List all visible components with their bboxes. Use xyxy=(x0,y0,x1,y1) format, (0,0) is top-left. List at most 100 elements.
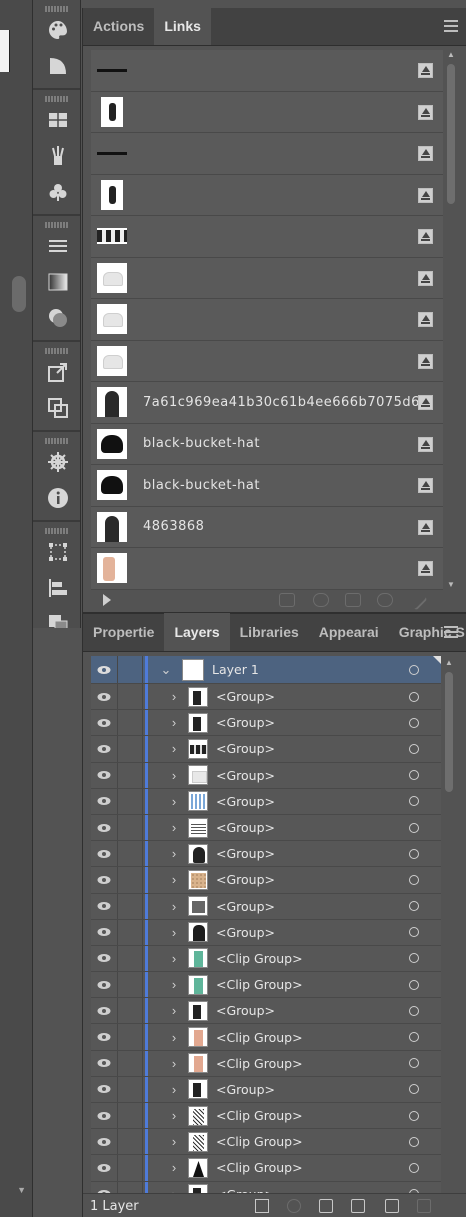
embedded-link-icon[interactable] xyxy=(418,312,433,327)
show-link-info-icon[interactable] xyxy=(103,594,111,606)
target-circle-icon[interactable] xyxy=(409,874,419,885)
layer-row[interactable]: › <Group> xyxy=(91,762,441,789)
make-clipping-mask-icon[interactable] xyxy=(319,1199,333,1213)
lock-toggle[interactable] xyxy=(117,710,143,736)
layers-scroll-thumb[interactable] xyxy=(445,672,453,792)
lock-toggle[interactable] xyxy=(117,867,143,893)
chevron-right-icon[interactable]: › xyxy=(160,689,188,704)
chevron-right-icon[interactable]: › xyxy=(160,1134,188,1149)
chevron-right-icon[interactable]: › xyxy=(160,794,188,809)
target-circle-icon[interactable] xyxy=(409,664,419,675)
layer-name[interactable]: <Group> xyxy=(216,1003,275,1018)
embedded-link-icon[interactable] xyxy=(418,436,433,452)
layer-row-top[interactable]: ⌄ Layer 1 xyxy=(91,656,441,684)
layers-tab-appearai[interactable]: Appearai xyxy=(309,613,389,651)
visibility-eye-icon[interactable] xyxy=(91,710,117,736)
chevron-right-icon[interactable]: › xyxy=(160,899,188,914)
lock-toggle[interactable] xyxy=(117,972,143,998)
lock-toggle[interactable] xyxy=(117,656,143,683)
relink-cc-icon[interactable] xyxy=(279,593,295,607)
align-icon[interactable] xyxy=(33,570,82,606)
chevron-right-icon[interactable]: › xyxy=(160,741,188,756)
visibility-eye-icon[interactable] xyxy=(91,945,117,971)
embedded-link-icon[interactable] xyxy=(418,395,433,410)
layers-tab-libraries[interactable]: Libraries xyxy=(230,613,309,651)
layer-row[interactable]: › <Group> xyxy=(91,710,441,737)
link-row[interactable] xyxy=(91,216,443,258)
update-link-icon[interactable] xyxy=(377,593,393,607)
target-circle-icon[interactable] xyxy=(409,901,419,912)
target-circle-icon[interactable] xyxy=(409,796,419,807)
visibility-eye-icon[interactable] xyxy=(91,867,117,893)
layer-name[interactable]: <Clip Group> xyxy=(216,951,303,966)
lock-toggle[interactable] xyxy=(117,1155,143,1181)
link-row[interactable] xyxy=(91,340,443,382)
visibility-eye-icon[interactable] xyxy=(91,1155,117,1181)
drag-grip-handle[interactable] xyxy=(45,96,69,102)
links-tab-actions[interactable]: Actions xyxy=(83,7,154,45)
lock-toggle[interactable] xyxy=(117,788,143,814)
delete-layer-icon[interactable] xyxy=(417,1199,431,1213)
panel-menu-icon[interactable] xyxy=(444,20,458,32)
link-row[interactable]: 4863868 xyxy=(91,506,443,548)
lock-toggle[interactable] xyxy=(117,841,143,867)
chevron-right-icon[interactable]: › xyxy=(160,1160,188,1175)
chevron-right-icon[interactable]: › xyxy=(160,715,188,730)
layer-name[interactable]: <Group> xyxy=(216,689,275,704)
lock-toggle[interactable] xyxy=(117,736,143,762)
link-row[interactable] xyxy=(91,50,443,92)
lock-toggle[interactable] xyxy=(117,684,143,710)
drag-grip-handle[interactable] xyxy=(45,6,69,12)
canvas-scroll-down-arrow[interactable]: ▼ xyxy=(17,1185,26,1195)
panel-menu-icon[interactable] xyxy=(444,626,458,638)
layer-name[interactable]: <Group> xyxy=(216,768,275,783)
visibility-eye-icon[interactable] xyxy=(91,893,117,919)
lock-toggle[interactable] xyxy=(117,1076,143,1102)
export-icon[interactable] xyxy=(33,354,82,390)
embedded-link-icon[interactable] xyxy=(418,353,433,369)
visibility-eye-icon[interactable] xyxy=(91,736,117,762)
lock-toggle[interactable] xyxy=(117,919,143,945)
layer-row[interactable]: › <Group> xyxy=(91,814,441,842)
chevron-right-icon[interactable]: › xyxy=(160,1030,188,1045)
layer-name[interactable]: <Clip Group> xyxy=(216,1030,303,1045)
new-sublayer-icon[interactable] xyxy=(351,1199,365,1213)
drag-grip-handle[interactable] xyxy=(45,528,69,534)
canvas-scrollbar-thumb[interactable] xyxy=(12,276,26,312)
collect-for-export-icon[interactable] xyxy=(255,1199,269,1213)
layer-name[interactable]: <Group> xyxy=(216,820,275,835)
visibility-eye-icon[interactable] xyxy=(91,919,117,945)
info-icon[interactable] xyxy=(33,480,82,516)
layer-row[interactable]: › <Clip Group> xyxy=(91,972,441,999)
link-row[interactable]: black-bucket-hat xyxy=(91,465,443,507)
drag-grip-handle[interactable] xyxy=(45,438,69,444)
scroll-down-arrow[interactable]: ▼ xyxy=(445,580,457,590)
embedded-link-icon[interactable] xyxy=(418,63,433,78)
stroke-icon[interactable] xyxy=(33,228,82,264)
layer-name[interactable]: Layer 1 xyxy=(212,662,259,677)
locate-object-icon[interactable] xyxy=(287,1199,301,1213)
transparency-icon[interactable] xyxy=(33,300,82,336)
embedded-link-icon[interactable] xyxy=(418,146,433,161)
brush-icon[interactable] xyxy=(33,138,82,174)
embedded-link-icon[interactable] xyxy=(418,229,433,244)
links-scroll-thumb[interactable] xyxy=(447,64,455,204)
layer-row[interactable]: › <Clip Group> xyxy=(91,945,441,973)
layer-name[interactable]: <Group> xyxy=(216,899,275,914)
layer-name[interactable]: <Group> xyxy=(216,872,275,887)
links-tab-links[interactable]: Links xyxy=(154,7,211,45)
layer-name[interactable]: <Group> xyxy=(216,741,275,756)
chevron-right-icon[interactable]: › xyxy=(160,1108,188,1123)
target-circle-icon[interactable] xyxy=(409,1110,419,1121)
layers-scrollbar[interactable]: ▲ xyxy=(443,658,455,1194)
layer-name[interactable]: <Group> xyxy=(216,1082,275,1097)
layer-row[interactable]: › <Clip Group> xyxy=(91,1155,441,1182)
target-circle-icon[interactable] xyxy=(409,979,419,990)
edit-original-icon[interactable] xyxy=(406,589,428,611)
layer-row[interactable]: › <Group> xyxy=(91,736,441,763)
new-layer-icon[interactable] xyxy=(385,1199,399,1213)
link-row[interactable] xyxy=(91,257,443,299)
target-circle-icon[interactable] xyxy=(409,1162,419,1173)
layer-row[interactable]: › <Group> xyxy=(91,684,441,711)
layer-row[interactable]: › <Group> xyxy=(91,841,441,868)
